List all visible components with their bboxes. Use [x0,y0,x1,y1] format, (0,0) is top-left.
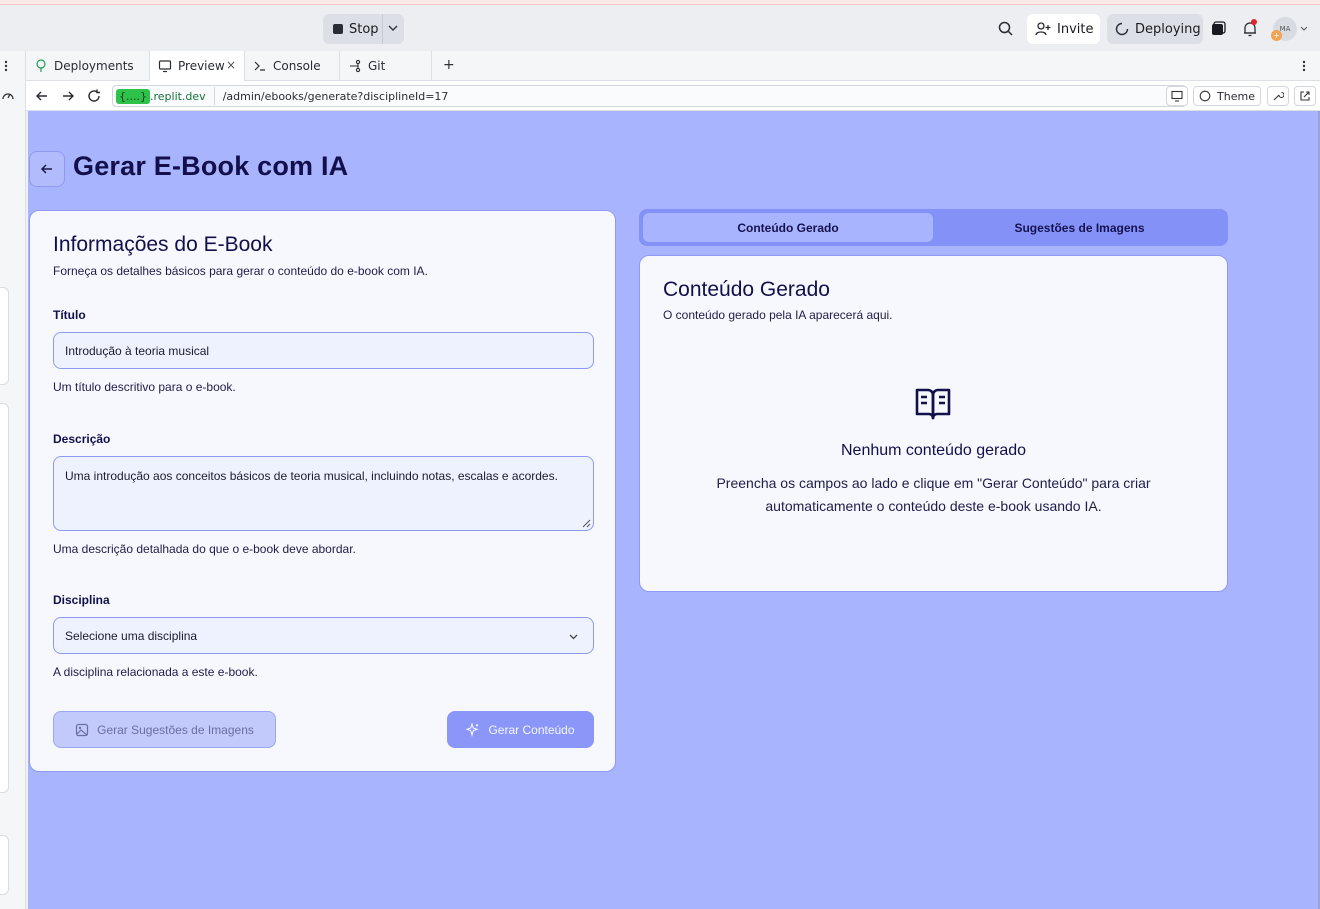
card-title: Conteúdo Gerado [663,278,830,301]
left-rail [0,51,26,909]
reload-icon[interactable] [87,89,101,103]
open-new-tab-button[interactable] [1294,86,1316,106]
disciplina-select[interactable]: Selecione uma disciplina [53,617,594,654]
side-panel[interactable] [0,403,9,793]
add-user-icon [1035,22,1051,36]
titulo-input[interactable]: Introdução à teoria musical [53,332,594,369]
button-label: Gerar Conteúdo [488,722,575,737]
card-title: Informações do E-Book [53,233,273,256]
disciplina-label: Disciplina [53,593,110,607]
tab-label: Deployments [54,59,134,73]
close-icon[interactable]: × [226,58,236,72]
extensions-icon[interactable] [1209,20,1227,38]
tab-deployments[interactable]: Deployments [26,51,150,81]
arrow-right-icon[interactable] [61,89,75,103]
workspace-tabs: Deployments Preview × Console Git + [26,51,1320,81]
button-label: Gerar Sugestões de Imagens [97,722,254,737]
url-field[interactable]: {....} .replit.dev /admin/ebooks/generat… [112,85,1186,107]
deploying-label: Deploying [1135,21,1201,37]
palette-icon [1199,90,1211,102]
preview-url-bar: {....} .replit.dev /admin/ebooks/generat… [26,81,1320,111]
tab-console[interactable]: Console [245,51,340,81]
side-panel[interactable] [0,835,9,895]
invite-label: Invite [1057,21,1094,37]
tree-icon [36,59,46,72]
arrow-left-icon[interactable] [35,89,49,103]
card-description: Forneça os detalhes básicos para gerar o… [53,264,428,278]
stop-label: Stop [349,21,379,37]
url-path: /admin/ebooks/generate?disciplineId=17 [222,89,449,103]
titulo-value: Introdução à teoria musical [65,343,210,358]
sparkles-icon [466,722,480,737]
chevron-down-icon[interactable] [1299,24,1309,34]
monitor-icon [158,60,172,73]
url-host-badge: {....} [116,88,150,104]
theme-label: Theme [1217,89,1255,103]
notification-dot [1251,19,1257,25]
gauge-icon[interactable] [1,89,15,101]
generated-content-card: Conteúdo Gerado O conteúdo gerado pela I… [639,255,1228,592]
ebook-info-card: Informações do E-Book Forneça os detalhe… [29,210,616,772]
avatar[interactable]: MA + [1271,17,1297,41]
empty-state-text: Preencha os campos ao lado e clique em "… [716,475,1151,514]
chevron-down-icon [569,634,578,640]
tools-button[interactable] [1267,86,1289,106]
theme-button[interactable]: Theme [1193,86,1261,106]
workspace-topbar: Stop Invite Deploying MA + [0,5,1320,51]
url-host: .replit.dev [149,89,206,103]
invite-button[interactable]: Invite [1027,14,1100,44]
divider [382,14,383,44]
book-open-icon [915,388,951,420]
chevron-down-icon[interactable] [387,22,399,34]
app-preview: Gerar E-Book com IA Informações do E-Boo… [28,111,1320,909]
page-title: Gerar E-Book com IA [73,151,349,181]
divider [213,87,215,105]
resize-handle-icon[interactable] [582,519,591,528]
tab-git[interactable]: Git [340,51,432,81]
generate-content-button[interactable]: Gerar Conteúdo [447,711,594,748]
tab-label: Console [273,59,321,73]
card-description: O conteúdo gerado pela IA aparecerá aqui… [663,308,893,322]
empty-state-title: Nenhum conteúdo gerado [840,442,1027,459]
disciplina-value: Selecione uma disciplina [65,628,198,643]
tab-label: Preview [178,59,225,73]
titulo-help: Um título descritivo para o e-book. [53,380,236,394]
more-vertical-icon[interactable] [3,59,9,73]
more-vertical-icon[interactable] [1301,59,1307,73]
add-tab-icon[interactable]: + [443,57,455,73]
descricao-help: Uma descrição detalhada do que o e-book … [53,542,356,556]
descricao-textarea[interactable]: Uma introdução aos conceitos básicos de … [53,456,594,531]
image-icon [76,723,89,736]
descricao-value: Uma introdução aos conceitos básicos de … [65,469,558,483]
descricao-label: Descrição [53,432,111,446]
tab-label: Git [368,59,386,73]
arrow-left-icon [40,164,52,174]
result-tabs: Conteúdo Gerado Sugestões de Imagens [639,209,1228,246]
side-panel[interactable] [0,287,9,385]
spinner-icon [1115,22,1129,36]
tab-generated-content[interactable]: Conteúdo Gerado [643,213,933,242]
screen-icon [1171,90,1183,102]
back-button[interactable] [29,151,65,187]
disciplina-help: A disciplina relacionada a este e-book. [53,665,258,679]
generate-image-suggestions-button[interactable]: Gerar Sugestões de Imagens [53,711,276,748]
external-link-icon [1300,91,1310,101]
search-icon[interactable] [997,20,1015,38]
tab-preview[interactable]: Preview × [150,51,245,81]
stop-button[interactable]: Stop [323,14,404,44]
status-badge: + [1271,30,1282,41]
stop-icon [333,24,343,34]
devtools-button[interactable] [1166,86,1188,106]
tab-image-suggestions[interactable]: Sugestões de Imagens [935,213,1224,242]
wrench-icon [1273,91,1284,101]
terminal-icon [254,61,265,71]
deploying-button[interactable]: Deploying [1107,14,1203,44]
git-icon [350,59,361,73]
titulo-label: Título [53,308,86,322]
